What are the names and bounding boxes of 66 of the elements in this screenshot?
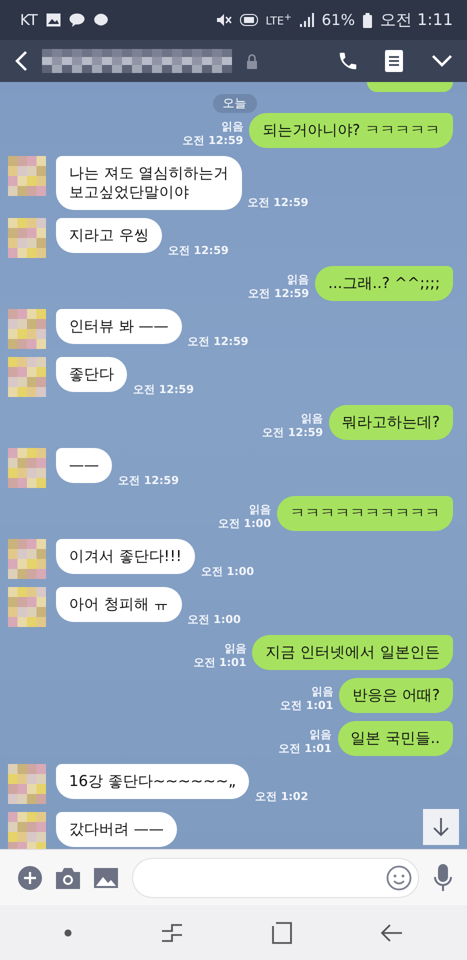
read-receipt: 읽음 xyxy=(224,642,246,656)
message-bubble: —— xyxy=(56,448,112,483)
scroll-down-button[interactable] xyxy=(423,809,459,845)
chat-bubble-icon xyxy=(68,13,85,27)
message-bubble: 되는거아니야? ㅋㅋㅋㅋㅋ xyxy=(249,113,453,148)
carrier-name: KT xyxy=(20,11,38,29)
camera-button[interactable] xyxy=(56,866,80,888)
battery-icon xyxy=(362,12,372,28)
message-time: 오전 1:01 xyxy=(278,742,332,756)
back-nav-button[interactable] xyxy=(380,924,403,942)
message-bubble: 이겨서 좋단다!!! xyxy=(56,539,195,574)
home-button[interactable] xyxy=(272,922,292,944)
back-button[interactable] xyxy=(14,50,28,72)
message-bubble: ...그래..? ^^;;;; xyxy=(315,266,453,301)
message-bubble: 나는 져도 열심히하는거 보고싶었단말이야 xyxy=(56,156,242,210)
read-receipt: 읽음 xyxy=(310,728,332,742)
message-time: 오전 1:00 xyxy=(218,517,271,531)
plus-button[interactable] xyxy=(18,866,42,890)
message-time: 오전 12:59 xyxy=(262,426,324,440)
message-input[interactable] xyxy=(132,858,419,898)
message-time: 오전 12:59 xyxy=(188,335,248,349)
message-bubble: 아어 청피해 ㅠ xyxy=(56,587,182,622)
message-bubble: 16강 좋단다~~~~~~„ xyxy=(56,764,250,799)
message-bubble: 지라고 우씽 xyxy=(56,218,162,253)
message-time: 오전 1:01 xyxy=(193,656,246,670)
image-button[interactable] xyxy=(94,868,118,888)
message-time: 오전 12:59 xyxy=(248,287,310,301)
arrow-down-icon xyxy=(432,817,450,837)
read-receipt: 읽음 xyxy=(287,273,310,287)
read-receipt: 읽음 xyxy=(301,412,324,426)
recent-apps-button[interactable] xyxy=(161,922,184,942)
message-bubble: 뭐라고하는데? xyxy=(329,405,453,440)
message-bubble: 인터뷰 봐 —— xyxy=(56,309,182,344)
gallery-icon xyxy=(46,13,61,27)
clock: 오전 1:11 xyxy=(380,10,453,30)
read-receipt: 읽음 xyxy=(221,120,244,134)
message-time: 오전 12:59 xyxy=(133,383,194,397)
message-bubble: 반응은 어때? xyxy=(339,678,453,713)
hd-icon xyxy=(240,14,258,26)
message-time: 오전 1:01 xyxy=(280,699,334,713)
message-bubble: 일본 국민들.. xyxy=(338,721,453,756)
battery-percent: 61% xyxy=(322,11,355,29)
message-time: 오전 12:59 xyxy=(182,134,244,148)
message-time: 오전 12:59 xyxy=(248,196,308,210)
emoji-icon[interactable] xyxy=(386,864,412,890)
read-receipt: 읽음 xyxy=(311,685,334,699)
signal-icon xyxy=(300,13,314,27)
chevron-down-button[interactable] xyxy=(431,54,453,68)
microphone-button[interactable] xyxy=(433,864,453,892)
network-type: LTE$^{+}$ xyxy=(266,12,292,28)
call-button[interactable] xyxy=(337,50,359,72)
dot-icon[interactable] xyxy=(64,928,72,936)
menu-button[interactable] xyxy=(385,50,403,72)
date-divider: 오늘 xyxy=(212,94,256,113)
message-time: 오전 12:59 xyxy=(168,244,229,258)
message-time: 오전 12:59 xyxy=(118,474,179,488)
message-bubble: 갔다버려 —— xyxy=(56,812,177,847)
mute-icon xyxy=(216,13,232,27)
message-time: 오전 1:02 xyxy=(255,790,308,804)
message-bubble: ㅋㅋㅋㅋㅋㅋㅋㅋㅋㅋ xyxy=(277,496,453,531)
lock-icon xyxy=(246,54,258,68)
message-time: 오전 1:00 xyxy=(200,565,254,579)
message-bubble: 좋단다 xyxy=(56,357,127,392)
message-time: 오전 1:00 xyxy=(188,613,241,627)
read-receipt: 읽음 xyxy=(249,503,271,517)
message-bubble: 지금 인터넷에서 일본인든 xyxy=(252,635,453,670)
